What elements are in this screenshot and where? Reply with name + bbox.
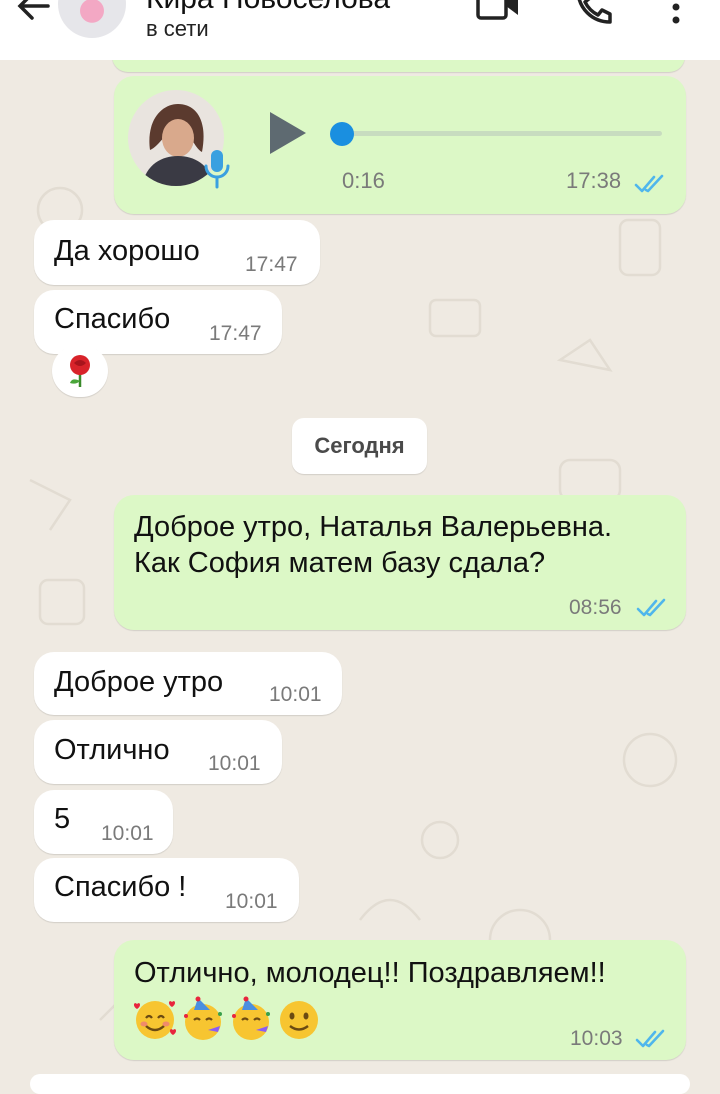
more-options-icon[interactable] bbox=[668, 0, 684, 26]
voice-message-bubble[interactable]: 0:16 17:38 bbox=[114, 76, 686, 214]
voice-call-icon[interactable] bbox=[574, 0, 614, 26]
message-time: 17:47 bbox=[209, 322, 262, 345]
message-text-line-2: Как София матем базу сдала? bbox=[134, 547, 546, 579]
contact-name[interactable]: Кира Новоселова bbox=[146, 0, 391, 16]
smiling-face-with-hearts-icon bbox=[133, 1001, 177, 1039]
reaction-badge[interactable] bbox=[52, 345, 108, 397]
next-message-peek bbox=[30, 1074, 690, 1094]
read-receipt-icon bbox=[636, 598, 666, 617]
incoming-message[interactable]: Спасибо 17:47 bbox=[34, 290, 282, 354]
emoji-row bbox=[132, 996, 332, 1044]
message-time: 17:38 bbox=[566, 168, 622, 193]
message-text-line-1: Доброе утро, Наталья Валерьевна. bbox=[134, 511, 613, 543]
chat-header: Кира Новоселова в сети bbox=[0, 0, 720, 60]
microphone-icon bbox=[204, 150, 230, 189]
message-text: 5 bbox=[54, 803, 71, 835]
message-time: 10:01 bbox=[225, 890, 278, 913]
partying-face-icon bbox=[184, 996, 222, 1040]
message-text: Отлично bbox=[54, 734, 170, 766]
incoming-message[interactable]: Да хорошо 17:47 bbox=[34, 220, 320, 285]
message-time: 10:01 bbox=[101, 822, 154, 845]
contact-avatar[interactable] bbox=[58, 0, 126, 38]
date-separator: Сегодня bbox=[292, 418, 427, 474]
message-time: 10:01 bbox=[208, 752, 261, 775]
contact-status: в сети bbox=[146, 16, 209, 41]
outgoing-message[interactable]: Доброе утро, Наталья Валерьевна. Как Соф… bbox=[114, 495, 686, 630]
play-icon[interactable] bbox=[266, 108, 310, 158]
incoming-message[interactable]: Отлично 10:01 bbox=[34, 720, 282, 784]
message-text: Отлично, молодец!! Поздравляем!! bbox=[134, 957, 606, 989]
read-receipt-icon bbox=[634, 174, 664, 193]
message-text: Да хорошо bbox=[54, 235, 200, 267]
message-text: Доброе утро bbox=[54, 666, 224, 698]
video-call-icon[interactable] bbox=[475, 0, 521, 22]
message-text: Спасибо bbox=[54, 303, 171, 335]
chat-area: 0:16 17:38 Да хорошо 17:47 Спасибо 17:47… bbox=[0, 40, 720, 1094]
slightly-smiling-face-icon bbox=[280, 1001, 318, 1039]
partying-face-icon bbox=[232, 996, 270, 1040]
incoming-message[interactable]: Доброе утро 10:01 bbox=[34, 652, 342, 715]
back-arrow-icon[interactable] bbox=[14, 0, 54, 28]
voice-progress-track[interactable] bbox=[340, 131, 662, 136]
message-time: 10:03 bbox=[570, 1027, 623, 1050]
voice-duration: 0:16 bbox=[342, 168, 385, 193]
message-time: 10:01 bbox=[269, 683, 322, 706]
read-receipt-icon bbox=[635, 1029, 665, 1048]
incoming-message[interactable]: 5 10:01 bbox=[34, 790, 173, 854]
message-text: Спасибо ! bbox=[54, 871, 187, 903]
outgoing-message[interactable]: Отлично, молодец!! Поздравляем!! 10:03 bbox=[114, 940, 686, 1060]
rose-icon bbox=[70, 355, 90, 387]
message-time: 08:56 bbox=[569, 596, 622, 619]
incoming-message[interactable]: Спасибо ! 10:01 bbox=[34, 858, 299, 922]
message-time: 17:47 bbox=[245, 253, 298, 276]
voice-progress-handle[interactable] bbox=[330, 122, 354, 146]
